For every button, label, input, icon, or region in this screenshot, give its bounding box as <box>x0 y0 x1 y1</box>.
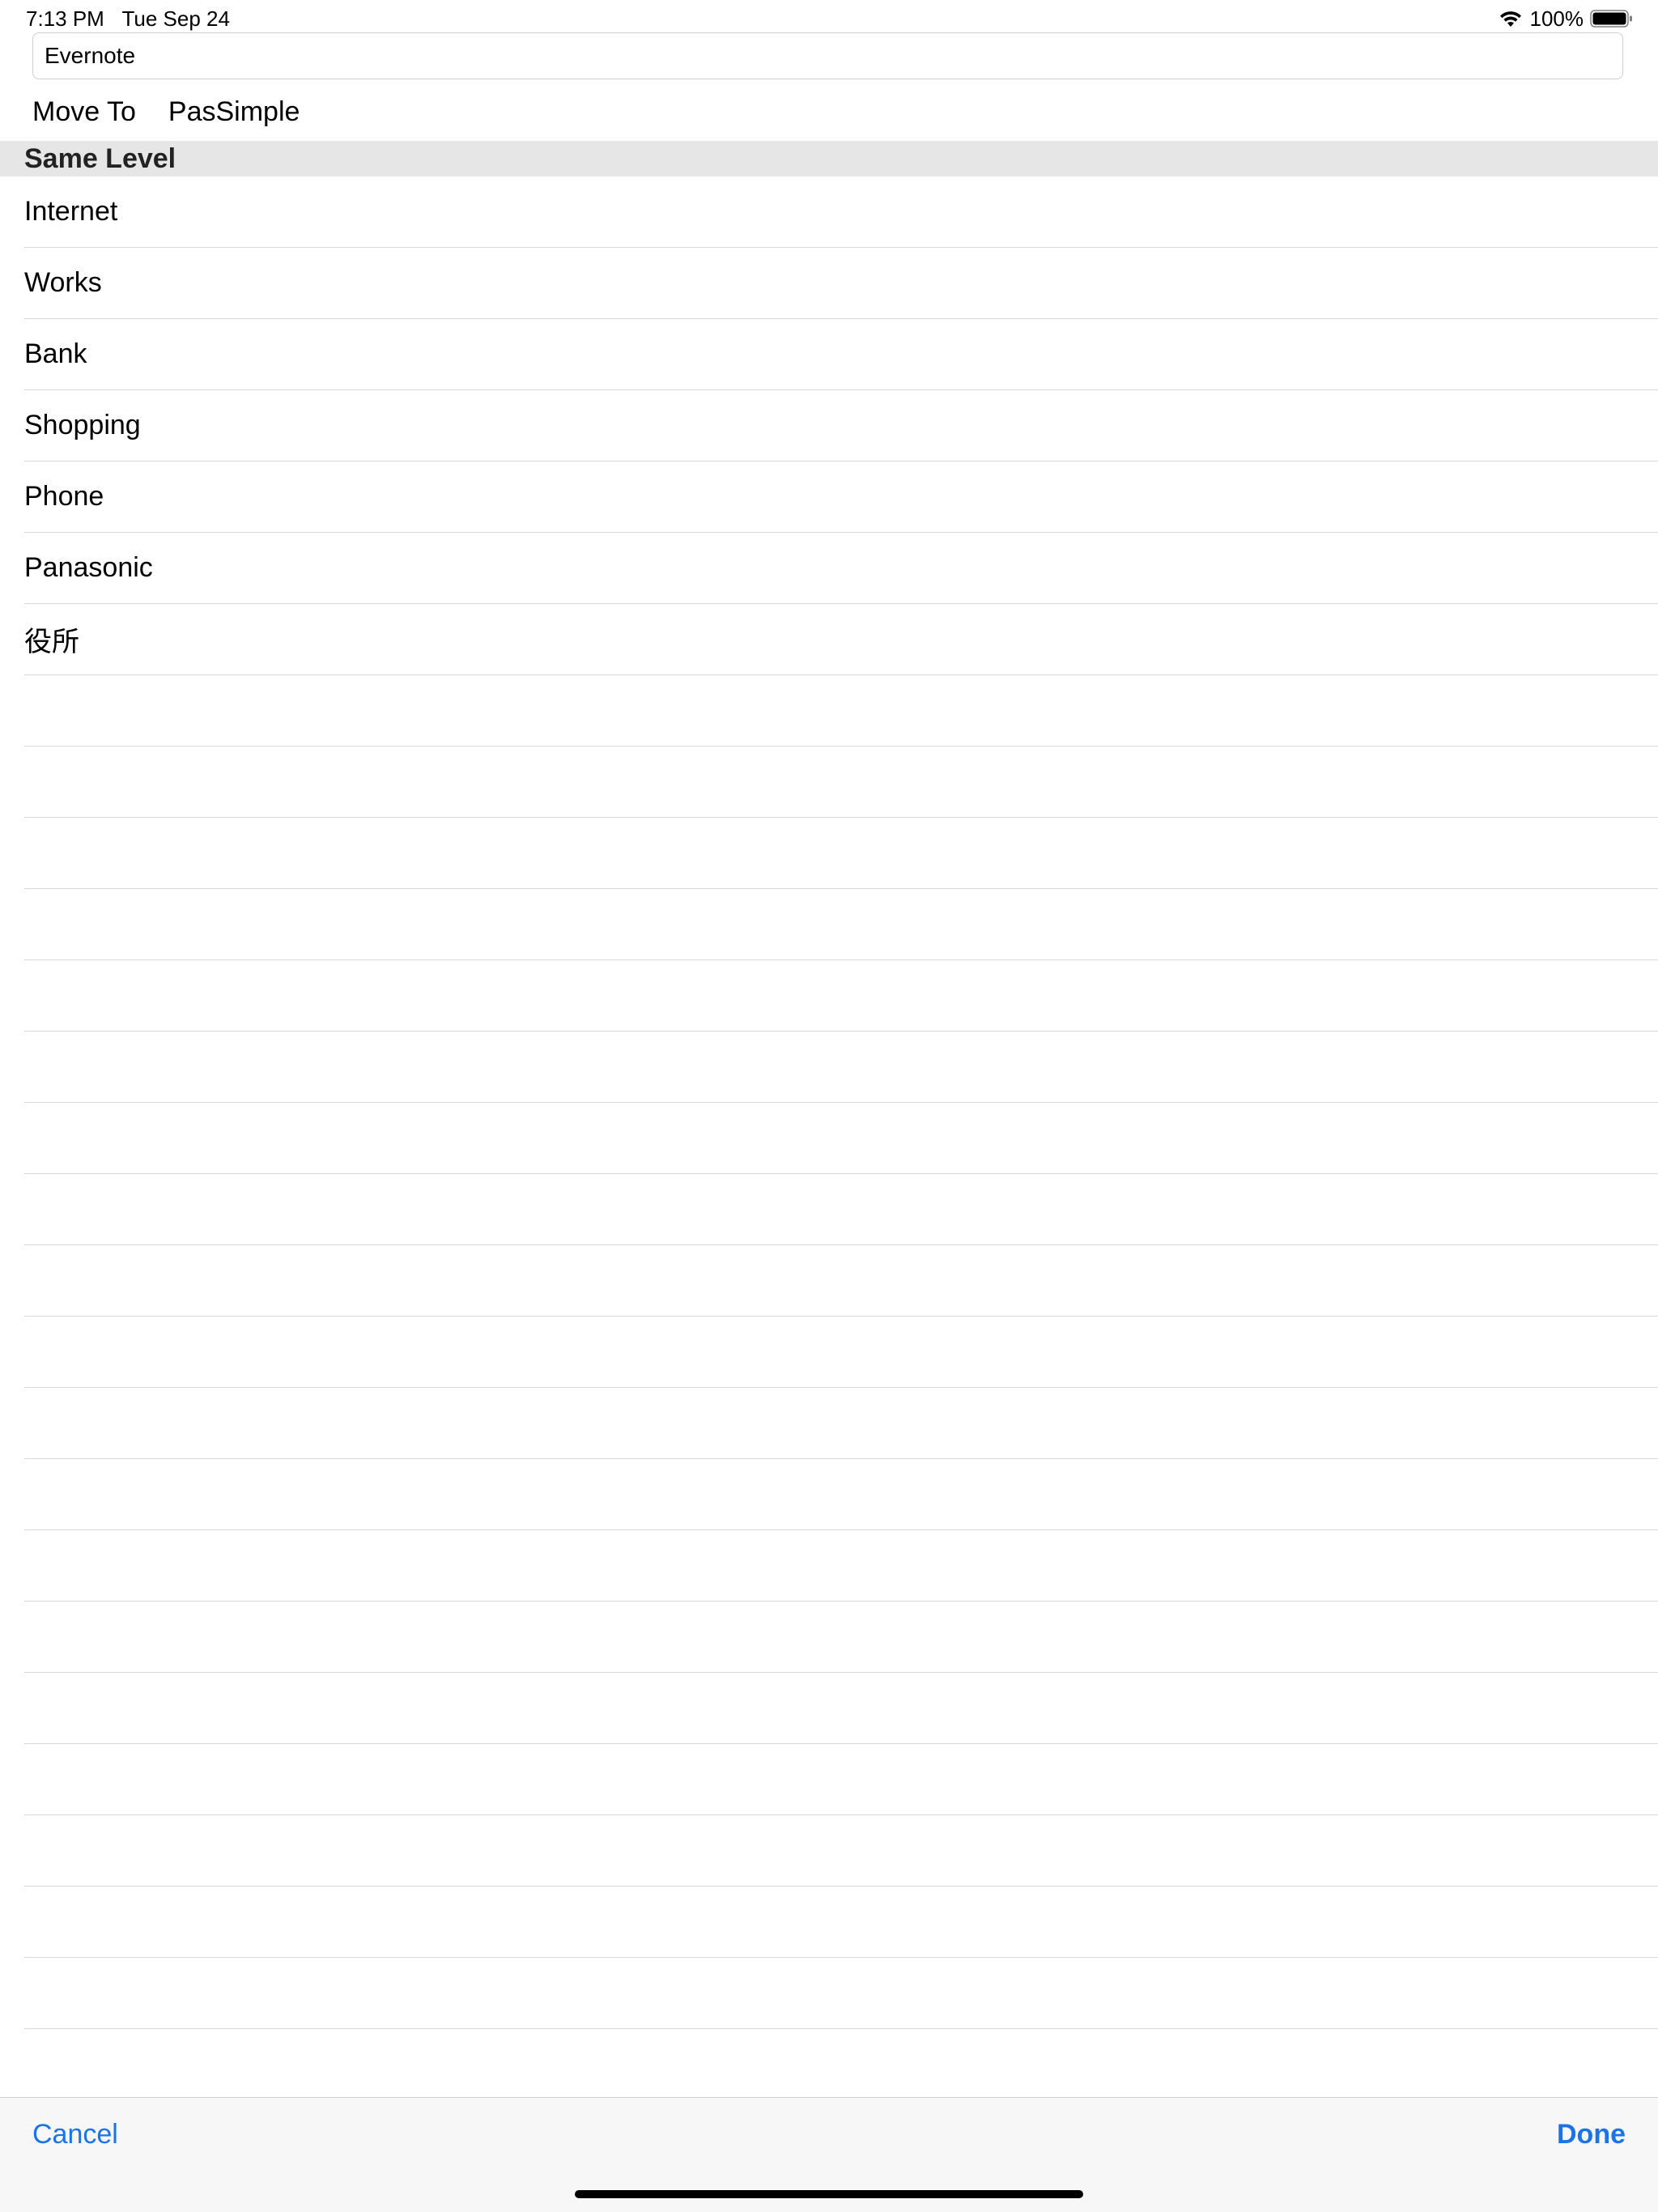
empty-row <box>24 2029 1658 2097</box>
battery-percent: 100% <box>1529 6 1584 31</box>
wifi-icon <box>1498 9 1524 28</box>
table-row-bank[interactable]: Bank <box>24 319 1658 390</box>
table-row-shopping[interactable]: Shopping <box>24 390 1658 462</box>
current-folder-link[interactable]: PasSimple <box>168 96 300 128</box>
status-time-date: 7:13 PM Tue Sep 24 <box>26 6 230 31</box>
cancel-button[interactable]: Cancel <box>32 2119 118 2150</box>
empty-row <box>24 1815 1658 1887</box>
page: 7:13 PM Tue Sep 24 100% Mo <box>0 0 1658 2212</box>
done-button[interactable]: Done <box>1557 2119 1626 2150</box>
row-label: Shopping <box>24 410 141 440</box>
empty-row <box>24 1459 1658 1530</box>
move-to-label: Move To <box>32 96 136 127</box>
table-row-works[interactable]: Works <box>24 248 1658 319</box>
row-label: Works <box>24 267 102 298</box>
status-time: 7:13 PM <box>26 6 104 31</box>
empty-row <box>24 1673 1658 1744</box>
table-row-panasonic[interactable]: Panasonic <box>24 533 1658 604</box>
status-date: Tue Sep 24 <box>121 6 230 31</box>
table-row-yakusho[interactable]: 役所 <box>24 604 1658 675</box>
empty-row <box>24 1530 1658 1602</box>
table-row-internet[interactable]: Internet <box>24 177 1658 248</box>
row-label: 役所 <box>24 627 79 657</box>
empty-row <box>24 960 1658 1032</box>
empty-row <box>24 1174 1658 1245</box>
search-input[interactable] <box>32 32 1623 79</box>
table-row-phone[interactable]: Phone <box>24 462 1658 533</box>
row-label: Phone <box>24 481 104 512</box>
empty-row <box>24 1317 1658 1388</box>
empty-row <box>24 1245 1658 1317</box>
folder-table: Internet Works Bank Shopping Phone Panas… <box>0 177 1658 2097</box>
empty-row <box>24 889 1658 960</box>
battery-full-icon <box>1590 9 1634 28</box>
empty-row <box>24 1032 1658 1103</box>
row-label: Internet <box>24 196 118 227</box>
home-indicator[interactable] <box>575 2190 1083 2198</box>
row-label: Panasonic <box>24 552 153 583</box>
empty-row <box>24 1744 1658 1815</box>
empty-row <box>24 818 1658 889</box>
bottom-toolbar: Cancel Done <box>0 2097 1658 2212</box>
section-header: Same Level <box>0 141 1658 177</box>
move-to-path: Move To PasSimple <box>32 92 300 131</box>
empty-row <box>24 1602 1658 1673</box>
empty-row <box>24 675 1658 747</box>
status-indicators: 100% <box>1498 6 1635 31</box>
empty-row <box>24 1103 1658 1174</box>
empty-row <box>24 1958 1658 2029</box>
empty-row <box>24 747 1658 818</box>
row-label: Bank <box>24 338 87 369</box>
empty-row <box>24 1388 1658 1459</box>
empty-row <box>24 1887 1658 1958</box>
status-bar: 7:13 PM Tue Sep 24 100% <box>0 0 1658 36</box>
